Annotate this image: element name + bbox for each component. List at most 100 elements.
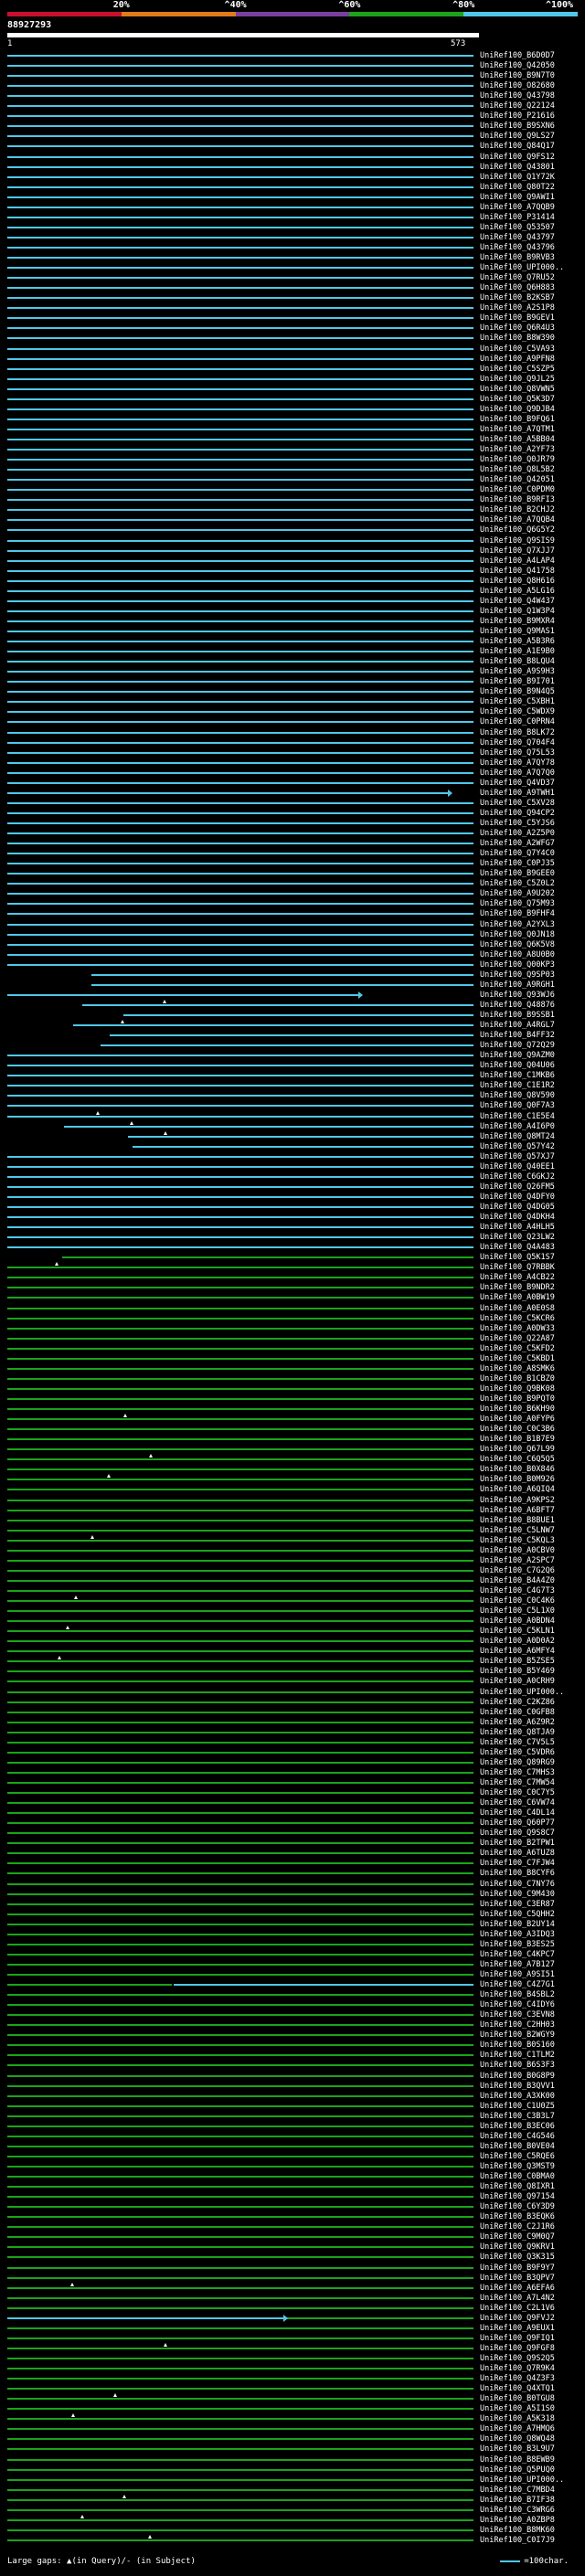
- hit-row[interactable]: UniRef100_Q9AZM0: [0, 1051, 585, 1060]
- hit-label[interactable]: UniRef100_A9S9H3: [480, 667, 555, 676]
- hit-label[interactable]: UniRef100_B0VE04: [480, 2142, 555, 2151]
- hit-label[interactable]: UniRef100_Q42050: [480, 61, 555, 70]
- hit-label[interactable]: UniRef100_C7FJW4: [480, 1859, 555, 1868]
- hit-row[interactable]: UniRef100_Q97154: [0, 2192, 585, 2201]
- hit-label[interactable]: UniRef100_Q04U06: [480, 1061, 555, 1070]
- hit-row[interactable]: UniRef100_Q5PUQ0: [0, 2465, 585, 2475]
- hit-label[interactable]: UniRef100_Q67L99: [480, 1445, 555, 1454]
- hit-row[interactable]: UniRef100_B5Y469: [0, 1667, 585, 1676]
- hit-label[interactable]: UniRef100_A6Z9R2: [480, 1718, 555, 1727]
- hit-row[interactable]: UniRef100_B0VE04: [0, 2142, 585, 2151]
- hit-row[interactable]: UniRef100_A3IDQ3: [0, 1930, 585, 1939]
- hit-row[interactable]: UniRef100_C0C3B6: [0, 1425, 585, 1434]
- hit-row[interactable]: UniRef100_C5LNW7: [0, 1526, 585, 1535]
- hit-row[interactable]: UniRef100_B4A4Z0: [0, 1576, 585, 1585]
- hit-label[interactable]: UniRef100_A9SI51: [480, 1970, 555, 1979]
- hit-row[interactable]: UniRef100_C1E1R2: [0, 1081, 585, 1090]
- hit-label[interactable]: UniRef100_C7MHS3: [480, 1768, 555, 1777]
- hit-row[interactable]: UniRef100_A0CRH9: [0, 1677, 585, 1686]
- hit-label[interactable]: UniRef100_Q8TJA9: [480, 1728, 555, 1737]
- hit-row[interactable]: UniRef100_C7MHS3: [0, 1768, 585, 1777]
- hit-label[interactable]: UniRef100_C1U0Z5: [480, 2102, 555, 2111]
- hit-label[interactable]: UniRef100_Q0JR79: [480, 455, 555, 464]
- hit-label[interactable]: UniRef100_B3L9U7: [480, 2444, 555, 2454]
- hit-row[interactable]: UniRef100_A7QY78: [0, 758, 585, 768]
- hit-label[interactable]: UniRef100_C1MKB6: [480, 1071, 555, 1080]
- hit-row[interactable]: UniRef100_A7B127: [0, 1960, 585, 1969]
- hit-row[interactable]: UniRef100_B8LK72: [0, 728, 585, 737]
- hit-row[interactable]: UniRef100_C9M430: [0, 1890, 585, 1899]
- hit-row[interactable]: UniRef100_C5KLN1: [0, 1626, 585, 1636]
- hit-row[interactable]: UniRef100_A9U202: [0, 889, 585, 898]
- hit-label[interactable]: UniRef100_B9MXR4: [480, 617, 555, 626]
- hit-row[interactable]: UniRef100_Q8L5B2: [0, 465, 585, 474]
- hit-row[interactable]: UniRef100_A1E9B0: [0, 647, 585, 656]
- hit-label[interactable]: UniRef100_C0PRN4: [480, 717, 555, 726]
- hit-label[interactable]: UniRef100_B8LK72: [480, 728, 555, 737]
- hit-label[interactable]: UniRef100_Q75M93: [480, 899, 555, 908]
- hit-row[interactable]: UniRef100_A9EUX1: [0, 2324, 585, 2333]
- hit-label[interactable]: UniRef100_C3EVN8: [480, 2010, 555, 2019]
- hit-label[interactable]: UniRef100_Q72Q29: [480, 1041, 555, 1050]
- hit-row[interactable]: UniRef100_A9PFN8: [0, 355, 585, 364]
- hit-label[interactable]: UniRef100_Q9DJB4: [480, 405, 555, 414]
- hit-label[interactable]: UniRef100_Q8L5B2: [480, 465, 555, 474]
- hit-label[interactable]: UniRef100_Q7Y4C0: [480, 849, 555, 858]
- hit-label[interactable]: UniRef100_Q9FGF8: [480, 2344, 555, 2353]
- hit-label[interactable]: UniRef100_B5ZSE5: [480, 1657, 555, 1666]
- hit-label[interactable]: UniRef100_B8EWB9: [480, 2455, 555, 2465]
- hit-label[interactable]: UniRef100_C4DL14: [480, 1808, 555, 1818]
- hit-label[interactable]: UniRef100_A5K318: [480, 2414, 555, 2423]
- hit-label[interactable]: UniRef100_B2TPW1: [480, 1839, 555, 1848]
- hit-row[interactable]: UniRef100_B0TGU8: [0, 2393, 585, 2403]
- hit-row[interactable]: UniRef100_Q23LW2: [0, 1233, 585, 1242]
- hit-label[interactable]: UniRef100_B9I701: [480, 677, 555, 686]
- hit-row[interactable]: UniRef100_Q75M93: [0, 899, 585, 908]
- hit-row[interactable]: UniRef100_A5I1S0: [0, 2404, 585, 2413]
- hit-label[interactable]: UniRef100_Q9S2Q5: [480, 2354, 555, 2363]
- hit-label[interactable]: UniRef100_B0S160: [480, 2041, 555, 2050]
- hit-row[interactable]: UniRef100_C5VA93: [0, 345, 585, 354]
- hit-label[interactable]: UniRef100_Q42051: [480, 475, 555, 484]
- hit-row[interactable]: UniRef100_B2UY14: [0, 1920, 585, 1929]
- hit-label[interactable]: UniRef100_C5VDR6: [480, 1748, 555, 1757]
- hit-label[interactable]: UniRef100_A0CRH9: [480, 1677, 555, 1686]
- hit-row[interactable]: UniRef100_C2J1R6: [0, 2222, 585, 2231]
- hit-label[interactable]: UniRef100_B4A4Z0: [480, 1576, 555, 1585]
- hit-label[interactable]: UniRef100_C1TLM2: [480, 2051, 555, 2060]
- hit-label[interactable]: UniRef100_Q8IXR1: [480, 2182, 555, 2191]
- hit-label[interactable]: UniRef100_C1E1R2: [480, 1081, 555, 1090]
- hit-label[interactable]: UniRef100_Q6H883: [480, 283, 555, 292]
- hit-row[interactable]: UniRef100_B8BUE1: [0, 1516, 585, 1525]
- hit-row[interactable]: UniRef100_Q93WJ6: [0, 991, 585, 1000]
- hit-row[interactable]: UniRef100_C2KZ86: [0, 1698, 585, 1707]
- hit-row[interactable]: UniRef100_B4SBL2: [0, 1990, 585, 1999]
- hit-label[interactable]: UniRef100_A0CBV0: [480, 1546, 555, 1555]
- hit-label[interactable]: UniRef100_B0TGU8: [480, 2394, 555, 2403]
- hit-label[interactable]: UniRef100_A5I1S0: [480, 2404, 555, 2413]
- hit-label[interactable]: UniRef100_Q9AZM0: [480, 1051, 555, 1060]
- hit-label[interactable]: UniRef100_C7MW54: [480, 1778, 555, 1787]
- hit-label[interactable]: UniRef100_B1B7E9: [480, 1435, 555, 1444]
- hit-label[interactable]: UniRef100_A7HMQ6: [480, 2424, 555, 2433]
- hit-label[interactable]: UniRef100_Q8H616: [480, 577, 555, 586]
- hit-row[interactable]: UniRef100_B9RFI3: [0, 495, 585, 504]
- hit-row[interactable]: UniRef100_C5KFD2: [0, 1344, 585, 1353]
- hit-row[interactable]: UniRef100_B3QVV1: [0, 2082, 585, 2091]
- hit-row[interactable]: UniRef100_A0D0A2: [0, 1637, 585, 1646]
- hit-row[interactable]: UniRef100_A8U0B0: [0, 950, 585, 959]
- hit-row[interactable]: UniRef100_B8CYF6: [0, 1869, 585, 1878]
- hit-row[interactable]: UniRef100_Q22A87: [0, 1334, 585, 1343]
- hit-label[interactable]: UniRef100_O82680: [480, 81, 555, 90]
- hit-label[interactable]: UniRef100_A9U202: [480, 889, 555, 898]
- hit-row[interactable]: UniRef100_C5VDR6: [0, 1748, 585, 1757]
- hit-label[interactable]: UniRef100_Q43796: [480, 243, 555, 252]
- hit-label[interactable]: UniRef100_C0C4K6: [480, 1596, 555, 1606]
- hit-label[interactable]: UniRef100_Q23LW2: [480, 1233, 555, 1242]
- hit-label[interactable]: UniRef100_C7NY76: [480, 1880, 555, 1889]
- hit-row[interactable]: UniRef100_A2SPC7: [0, 1556, 585, 1565]
- hit-row[interactable]: UniRef100_A2Z5P0: [0, 829, 585, 838]
- hit-row[interactable]: UniRef100_B9RVB3: [0, 253, 585, 262]
- hit-label[interactable]: UniRef100_A2YXL3: [480, 920, 555, 929]
- hit-row[interactable]: UniRef100_Q72Q29: [0, 1041, 585, 1050]
